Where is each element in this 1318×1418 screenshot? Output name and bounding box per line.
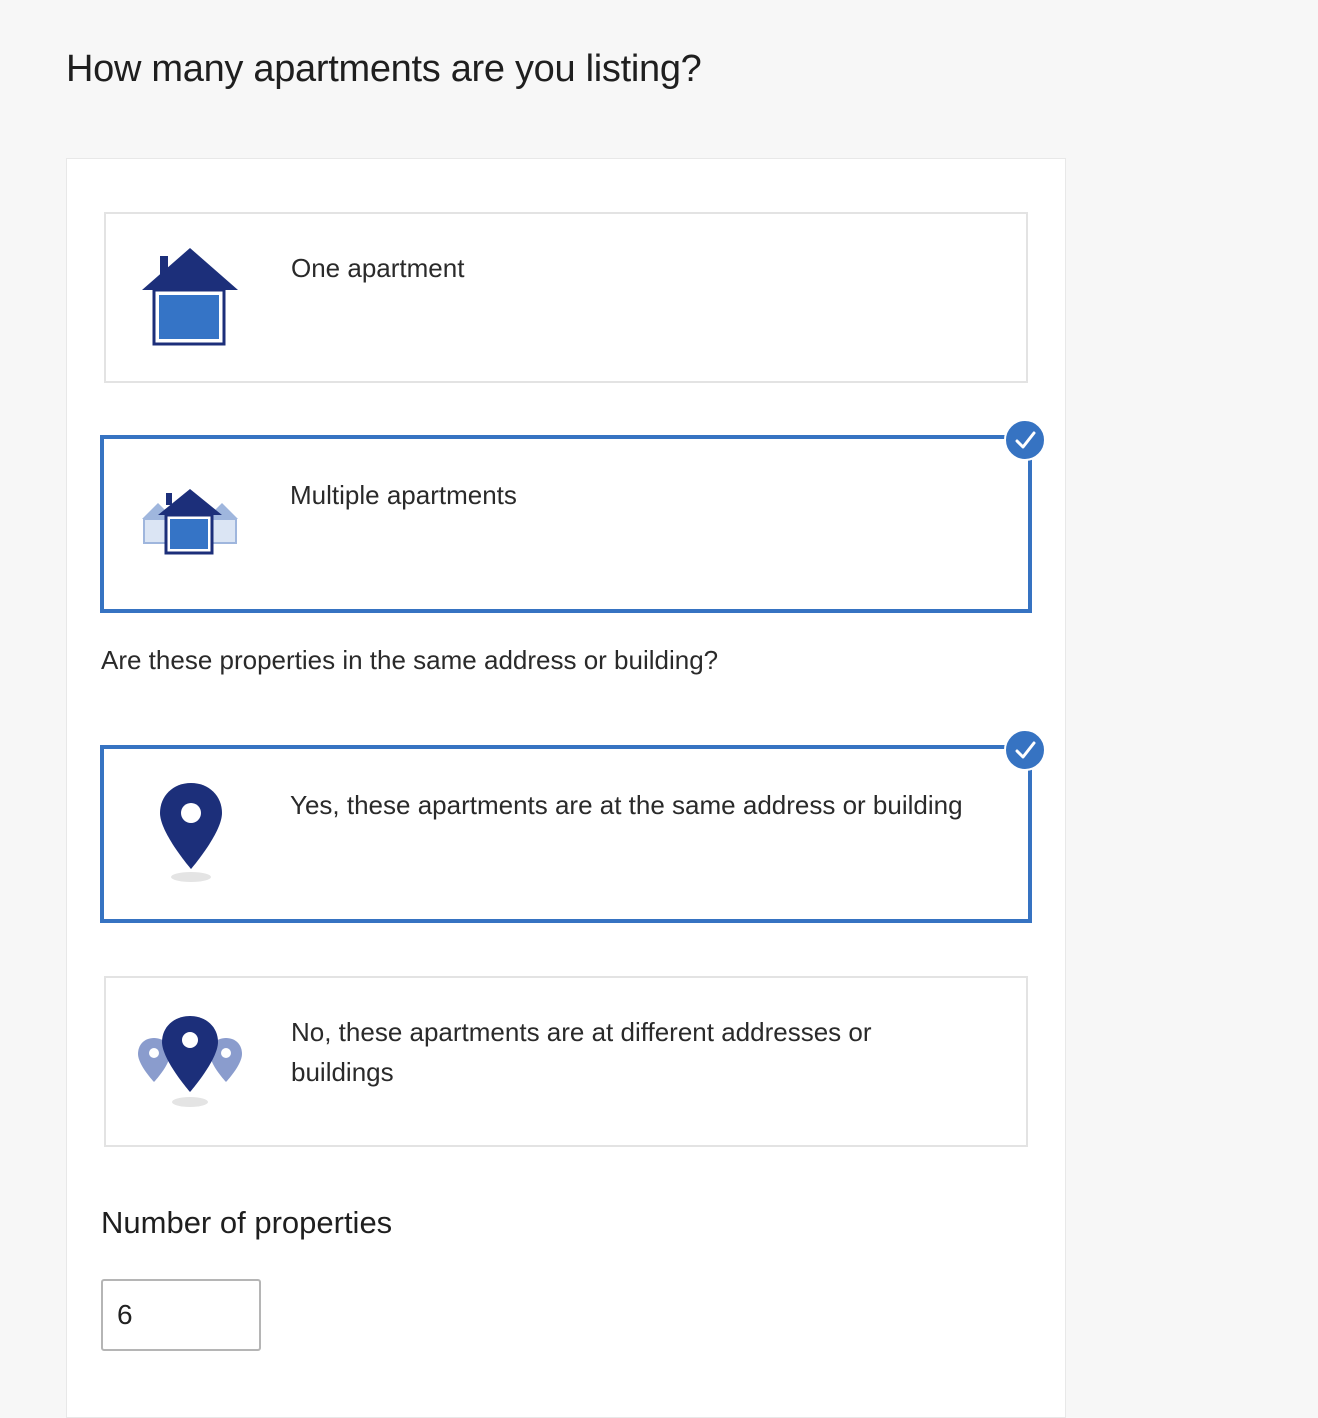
- same-address-question: Are these properties in the same address…: [101, 645, 719, 675]
- option-label: No, these apartments are at different ad…: [291, 1017, 872, 1087]
- option-label: Yes, these apartments are at the same ad…: [290, 790, 963, 820]
- option-one-apartment[interactable]: One apartment: [104, 212, 1028, 383]
- option-label: Multiple apartments: [290, 480, 517, 510]
- option-label: One apartment: [291, 253, 465, 283]
- page-title: How many apartments are you listing?: [66, 48, 702, 90]
- multiple-location-pins-icon: [136, 1014, 244, 1115]
- number-of-properties-label: Number of properties: [101, 1205, 393, 1240]
- number-of-properties-input[interactable]: [101, 1279, 261, 1351]
- location-pin-icon: [156, 781, 226, 890]
- multiple-houses-icon: [138, 489, 242, 564]
- option-different-addresses[interactable]: No, these apartments are at different ad…: [104, 976, 1028, 1147]
- form-panel: One apartment Multiple apartments Are th…: [66, 158, 1066, 1418]
- selected-checkmark-icon: [1004, 729, 1046, 771]
- single-house-icon: [138, 246, 242, 353]
- option-multiple-apartments[interactable]: Multiple apartments: [100, 435, 1032, 613]
- option-same-address[interactable]: Yes, these apartments are at the same ad…: [100, 745, 1032, 923]
- selected-checkmark-icon: [1004, 419, 1046, 461]
